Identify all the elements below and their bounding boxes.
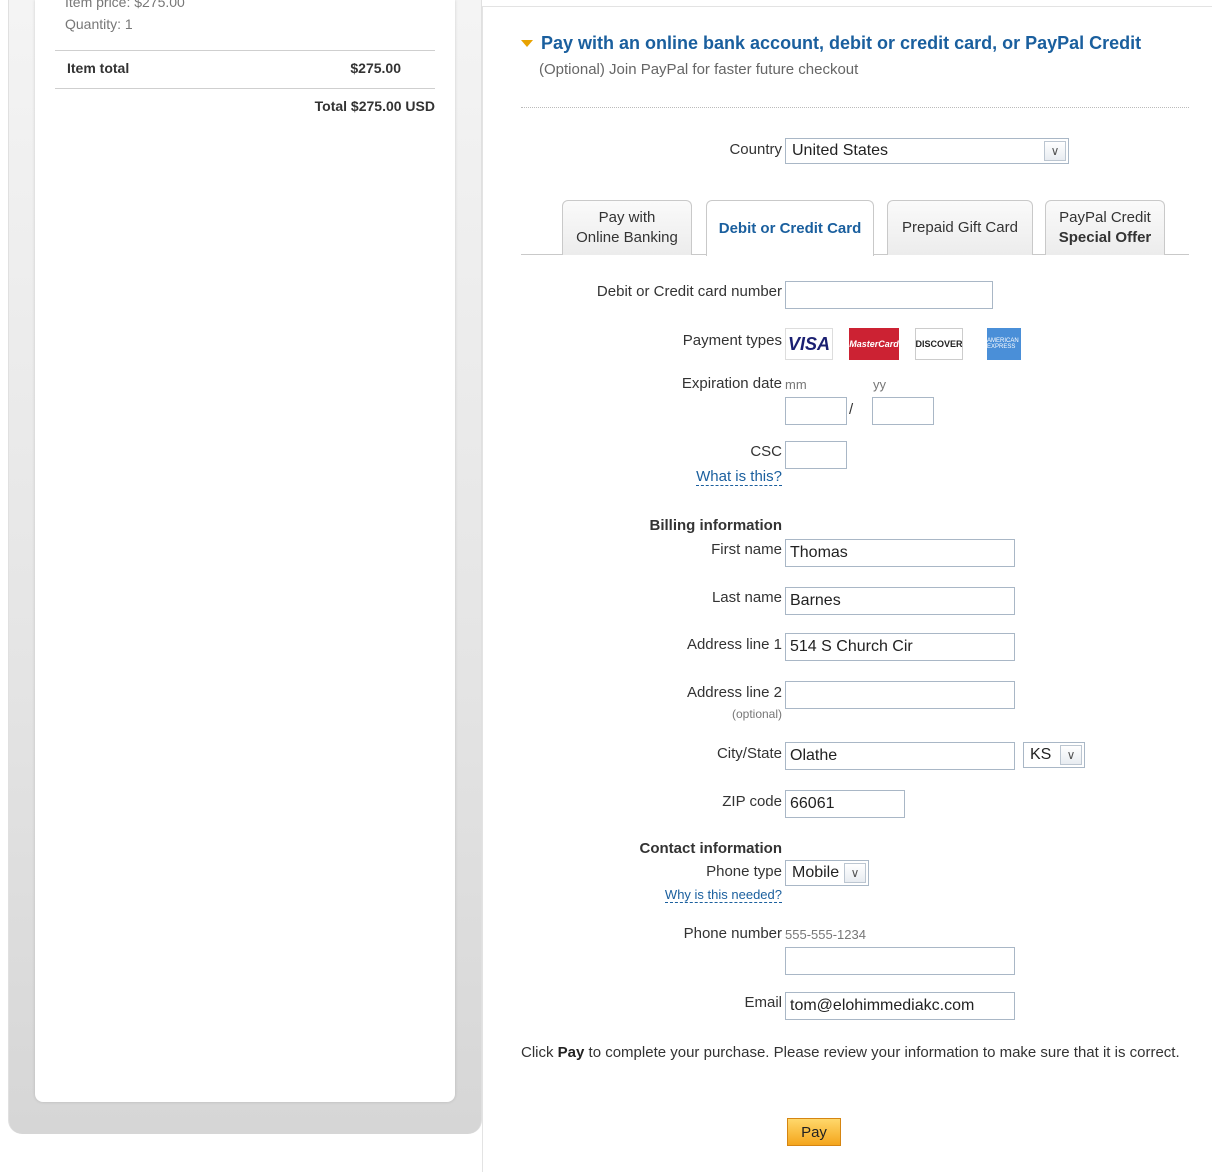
item-total-label: Item total (67, 60, 130, 76)
contact-heading: Contact information (639, 840, 783, 857)
pay-note-prefix: Click (521, 1044, 558, 1061)
phone-type-select[interactable]: Mobile ∨ (785, 860, 869, 886)
order-summary-panel: Item price: $275.00 Quantity: 1 Item tot… (8, 0, 482, 1134)
payment-heading: Pay with an online bank account, debit o… (541, 33, 1142, 53)
chevron-down-icon: ∨ (1060, 745, 1082, 765)
order-summary-card: Item price: $275.00 Quantity: 1 Item tot… (35, 0, 455, 1102)
country-select[interactable]: United States ∨ (785, 138, 1069, 164)
expiration-label: Expiration date (681, 375, 782, 392)
address1-input[interactable] (785, 633, 1015, 661)
exp-month-input[interactable] (785, 397, 847, 425)
exp-year-hint: yy (873, 377, 886, 392)
tab-online-banking-line1: Pay with (598, 209, 656, 226)
email-label: Email (744, 994, 782, 1011)
tab-prepaid-gift-card[interactable]: Prepaid Gift Card (887, 200, 1033, 255)
pay-instructions: Click Pay to complete your purchase. Ple… (521, 1041, 1191, 1065)
summary-divider-top (55, 50, 435, 51)
grand-total: Total $275.00 USD (314, 98, 435, 114)
tab-paypal-credit[interactable]: PayPal Credit Special Offer (1045, 200, 1165, 255)
card-number-input[interactable] (785, 281, 993, 309)
phone-number-hint: 555-555-1234 (785, 927, 866, 942)
address1-label: Address line 1 (686, 636, 782, 653)
amex-logo: AMERICAN EXPRESS (987, 328, 1021, 360)
pay-note-bold: Pay (557, 1044, 585, 1061)
tab-paypal-credit-line2: Special Offer (1058, 229, 1152, 246)
first-name-input[interactable] (785, 539, 1015, 567)
payment-panel: Pay with an online bank account, debit o… (482, 6, 1212, 1172)
state-select[interactable]: KS ∨ (1023, 742, 1085, 768)
tab-debit-credit-card[interactable]: Debit or Credit Card (706, 200, 874, 256)
last-name-input[interactable] (785, 587, 1015, 615)
phone-number-input[interactable] (785, 947, 1015, 975)
chevron-down-icon: ∨ (1044, 141, 1066, 161)
payment-section-toggle[interactable]: Pay with an online bank account, debit o… (521, 33, 1141, 54)
pay-note-suffix: to complete your purchase. Please review… (584, 1044, 1180, 1061)
phone-number-label: Phone number (683, 925, 782, 942)
exp-year-input[interactable] (872, 397, 934, 425)
card-number-label: Debit or Credit card number (596, 283, 782, 300)
csc-label: CSC (750, 443, 782, 460)
visa-logo: VISA (785, 328, 833, 360)
tab-paypal-credit-line1: PayPal Credit (1059, 209, 1151, 226)
mastercard-logo-text: MasterCard (849, 339, 899, 349)
discover-logo: DISCOVER (915, 328, 963, 360)
pay-button[interactable]: Pay (787, 1118, 841, 1146)
payment-types-label: Payment types (682, 332, 782, 349)
exp-month-hint: mm (785, 377, 807, 392)
zip-label: ZIP code (722, 793, 782, 810)
address2-optional-note: (optional) (731, 707, 782, 721)
zip-input[interactable] (785, 790, 905, 818)
city-input[interactable] (785, 742, 1015, 770)
mastercard-logo: MasterCard (849, 328, 899, 360)
payment-subheading: (Optional) Join PayPal for faster future… (539, 61, 859, 78)
item-total-value: $275.00 (350, 60, 401, 76)
country-value: United States (792, 142, 889, 159)
csc-help-link[interactable]: What is this? (696, 468, 782, 486)
summary-divider-bottom (55, 88, 435, 89)
city-state-label: City/State (716, 745, 782, 762)
billing-heading: Billing information (649, 517, 783, 534)
state-value: KS (1030, 746, 1052, 763)
chevron-down-icon: ∨ (844, 863, 866, 883)
last-name-label: Last name (711, 589, 782, 606)
first-name-label: First name (711, 541, 782, 558)
tab-prepaid-gift-card-label: Prepaid Gift Card (902, 219, 1018, 236)
tab-online-banking[interactable]: Pay with Online Banking (562, 200, 692, 255)
phone-type-help-link[interactable]: Why is this needed? (664, 887, 782, 903)
email-input[interactable] (785, 992, 1015, 1020)
item-price-line: Item price: $275.00 (65, 0, 185, 10)
tab-debit-credit-card-label: Debit or Credit Card (718, 219, 862, 237)
quantity-line: Quantity: 1 (65, 16, 133, 32)
country-label: Country (729, 141, 782, 158)
caret-down-icon (521, 40, 533, 47)
tab-online-banking-line2: Online Banking (576, 229, 678, 246)
phone-type-value: Mobile (792, 864, 840, 881)
address2-label: Address line 2 (686, 684, 782, 701)
exp-separator: / (849, 401, 854, 418)
section-divider (521, 107, 1189, 108)
address2-input[interactable] (785, 681, 1015, 709)
phone-type-label: Phone type (706, 863, 782, 880)
csc-input[interactable] (785, 441, 847, 469)
